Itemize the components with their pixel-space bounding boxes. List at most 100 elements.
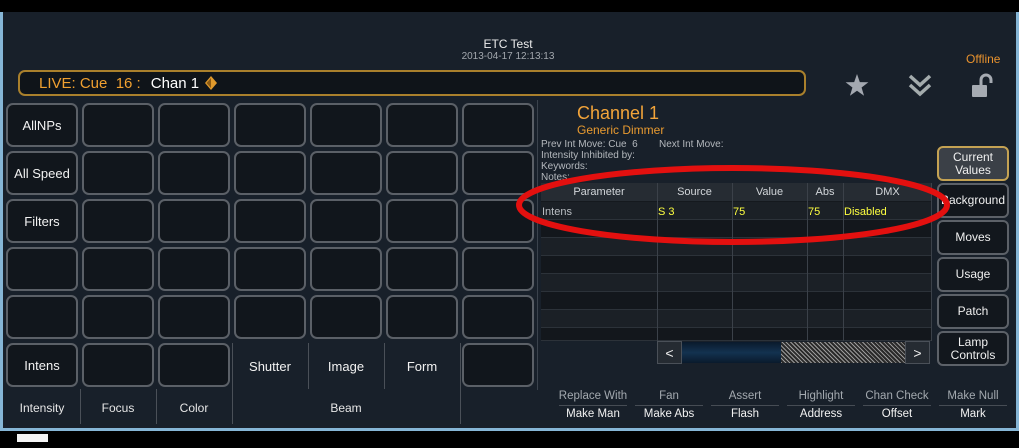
scrollbar-track[interactable] (682, 342, 781, 363)
scroll-right-button[interactable]: > (905, 341, 930, 364)
param-button-empty[interactable] (386, 295, 458, 339)
softkey-label: Flash (730, 408, 760, 420)
category-color: Color (179, 400, 209, 415)
param-button-empty[interactable] (462, 151, 534, 195)
softkey-flash[interactable]: Assert Flash (709, 389, 781, 424)
column-divider (657, 183, 658, 341)
panel-divider (537, 100, 538, 390)
softkey-label: Mark (960, 408, 986, 420)
param-button-empty[interactable] (386, 103, 458, 147)
softkey-shift-label: Chan Check (865, 390, 929, 402)
softkey-shift-label: Replace With (558, 390, 628, 402)
table-row (541, 310, 932, 328)
command-line[interactable]: LIVE: Cue 16 : Chan 1 (18, 70, 806, 96)
category-divider (460, 343, 461, 424)
softkey-shift-label: Highlight (798, 390, 844, 402)
param-button-empty[interactable] (234, 295, 306, 339)
keywords: Keywords: (541, 161, 588, 172)
double-chevron-down-icon[interactable] (906, 71, 934, 99)
param-button-empty[interactable] (310, 199, 382, 243)
param-button-empty[interactable] (462, 199, 534, 243)
column-divider (843, 183, 844, 341)
table-row (541, 292, 932, 310)
param-button-empty[interactable] (82, 247, 154, 291)
scrollbar-thumb[interactable] (781, 342, 905, 363)
param-button-intens[interactable]: Intens (6, 343, 78, 387)
softkey-make-man[interactable]: Replace With Make Man (557, 389, 629, 424)
column-header-value: Value (732, 183, 807, 201)
softkey-label: Offset (881, 408, 913, 420)
param-button-filters[interactable]: Filters (6, 199, 78, 243)
param-button-empty[interactable] (310, 103, 382, 147)
param-button-empty[interactable] (386, 199, 458, 243)
unlocked-padlock-icon[interactable] (970, 72, 996, 98)
usage-button[interactable]: Usage (937, 257, 1009, 292)
table-row (541, 220, 932, 238)
background-button[interactable]: Background (937, 183, 1009, 218)
taskbar-item[interactable] (17, 434, 48, 442)
param-button-empty[interactable] (234, 247, 306, 291)
table-row (541, 238, 932, 256)
column-divider (732, 183, 733, 341)
eos-window: ETC Test 2013-04-17 12:13:13 Offline LIV… (0, 0, 1019, 448)
command-line-mode: LIVE: Cue 16 : (39, 74, 141, 92)
column-header-dmx: DMX (843, 183, 932, 201)
scroll-left-button[interactable]: < (657, 341, 682, 364)
channel-title: Channel 1 (577, 103, 660, 123)
softkey-mark[interactable]: Make Null Mark (937, 389, 1009, 424)
param-button-empty[interactable] (82, 343, 154, 387)
param-button-empty[interactable] (82, 199, 154, 243)
param-button-empty[interactable] (158, 103, 230, 147)
cell-abs: 75 (808, 205, 821, 218)
notes: Notes: (541, 172, 570, 183)
category-intensity: Intensity (19, 400, 65, 415)
current-values-button[interactable]: Current Values (937, 146, 1009, 181)
show-title: ETC Test (483, 37, 533, 51)
category-focus: Focus (101, 400, 135, 415)
param-button-empty[interactable] (234, 151, 306, 195)
param-button-empty[interactable] (462, 247, 534, 291)
param-button-empty[interactable] (310, 151, 382, 195)
moves-button[interactable]: Moves (937, 220, 1009, 255)
cell-value: 75 (733, 205, 746, 218)
star-icon[interactable] (844, 73, 870, 99)
param-button-empty[interactable] (158, 199, 230, 243)
param-button-all-speed[interactable]: All Speed (6, 151, 78, 195)
category-beam: Beam (330, 400, 362, 415)
softkey-offset[interactable]: Chan Check Offset (861, 389, 933, 424)
param-button-empty[interactable] (6, 295, 78, 339)
patch-button[interactable]: Patch (937, 294, 1009, 329)
param-button-empty[interactable] (462, 103, 534, 147)
param-button-empty[interactable] (386, 247, 458, 291)
param-button-empty[interactable] (386, 151, 458, 195)
beam-divider (308, 343, 309, 389)
next-int-move: Next Int Move: (659, 139, 724, 150)
param-button-empty[interactable] (462, 343, 534, 387)
param-button-empty[interactable] (158, 343, 230, 387)
param-button-empty[interactable] (6, 247, 78, 291)
lamp-controls-button[interactable]: Lamp Controls (937, 331, 1009, 366)
param-button-empty[interactable] (234, 199, 306, 243)
param-button-empty[interactable] (310, 295, 382, 339)
param-button-empty[interactable] (158, 295, 230, 339)
param-button-allnps[interactable]: AllNPs (6, 103, 78, 147)
param-button-empty[interactable] (462, 295, 534, 339)
softkey-label: Make Man (566, 408, 620, 420)
connection-status: Offline (966, 52, 1001, 66)
param-button-form[interactable]: Form (384, 343, 460, 389)
param-button-empty[interactable] (310, 247, 382, 291)
param-button-empty[interactable] (234, 103, 306, 147)
softkey-shift-label: Fan (659, 390, 679, 402)
param-button-empty[interactable] (158, 247, 230, 291)
softkey-address[interactable]: Highlight Address (785, 389, 857, 424)
param-button-empty[interactable] (82, 103, 154, 147)
column-header-parameter: Parameter (541, 183, 657, 201)
softkey-make-abs[interactable]: Fan Make Abs (633, 389, 705, 424)
softkey-separator (711, 405, 779, 406)
param-button-empty[interactable] (82, 295, 154, 339)
param-button-empty[interactable] (82, 151, 154, 195)
param-button-image[interactable]: Image (308, 343, 384, 389)
param-button-empty[interactable] (158, 151, 230, 195)
param-button-shutter[interactable]: Shutter (232, 343, 308, 389)
cell-dmx: Disabled (844, 205, 887, 218)
